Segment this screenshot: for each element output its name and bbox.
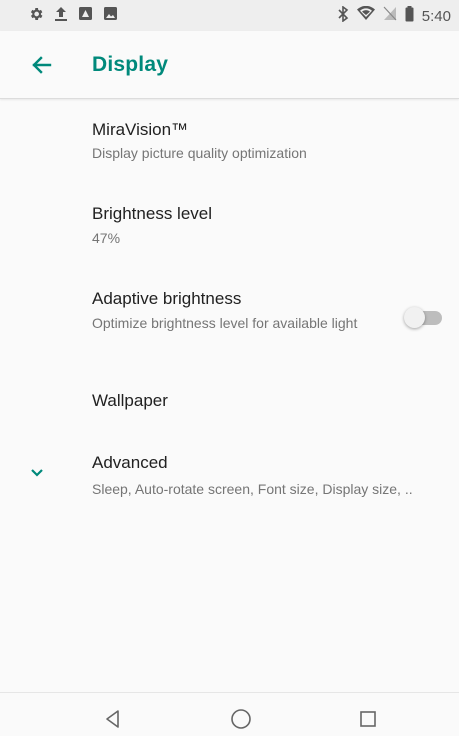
adaptive-brightness-toggle[interactable] [404,307,444,328]
settings-icon [28,6,44,27]
setting-adaptive-brightness[interactable]: Adaptive brightness Optimize brightness … [0,279,459,369]
setting-miravision[interactable]: MiraVision™ Display picture quality opti… [0,109,459,179]
arrow-back-icon [32,56,52,74]
bluetooth-icon [337,4,349,27]
setting-title: MiraVision™ [92,120,189,139]
app-icon [78,6,93,26]
setting-advanced[interactable]: Advanced Sleep, Auto-rotate screen, Font… [0,444,459,504]
image-icon [103,6,118,26]
setting-brightness-level[interactable]: Brightness level 47% [0,194,459,264]
display-settings-screen: 5:40 Display MiraVision™ Display picture… [0,0,459,732]
nav-back-button[interactable] [101,707,125,731]
brightness-value: 47% [92,230,121,246]
setting-title: Adaptive brightness [92,289,242,308]
no-sim-icon [383,6,397,26]
chevron-down-icon [31,469,43,477]
status-time: 5:40 [421,7,451,25]
wifi-icon [356,5,375,26]
setting-wallpaper[interactable]: Wallpaper [0,379,459,424]
app-bar: Display [0,31,459,99]
page-title: Display [92,53,169,76]
recents-square-icon [360,711,376,727]
battery-icon [405,5,414,27]
home-circle-icon [231,709,251,729]
nav-recents-button[interactable] [356,707,380,731]
status-bar-left-icons [28,6,128,26]
toggle-thumb [404,307,425,328]
setting-title: Brightness level [92,204,213,223]
back-button[interactable] [28,51,56,79]
setting-title: Advanced [92,453,168,472]
nav-home-button[interactable] [229,707,253,731]
upload-icon [54,6,68,27]
status-bar: 5:40 [0,0,459,31]
setting-summary: Sleep, Auto-rotate screen, Font size, Di… [92,481,413,497]
setting-summary: Display picture quality optimization [92,145,307,161]
setting-title: Wallpaper [92,391,168,410]
setting-summary: Optimize brightness level for available … [92,315,358,331]
navigation-bar [0,692,459,732]
status-bar-right-icons: 5:40 [329,4,451,27]
back-triangle-icon [106,710,119,728]
